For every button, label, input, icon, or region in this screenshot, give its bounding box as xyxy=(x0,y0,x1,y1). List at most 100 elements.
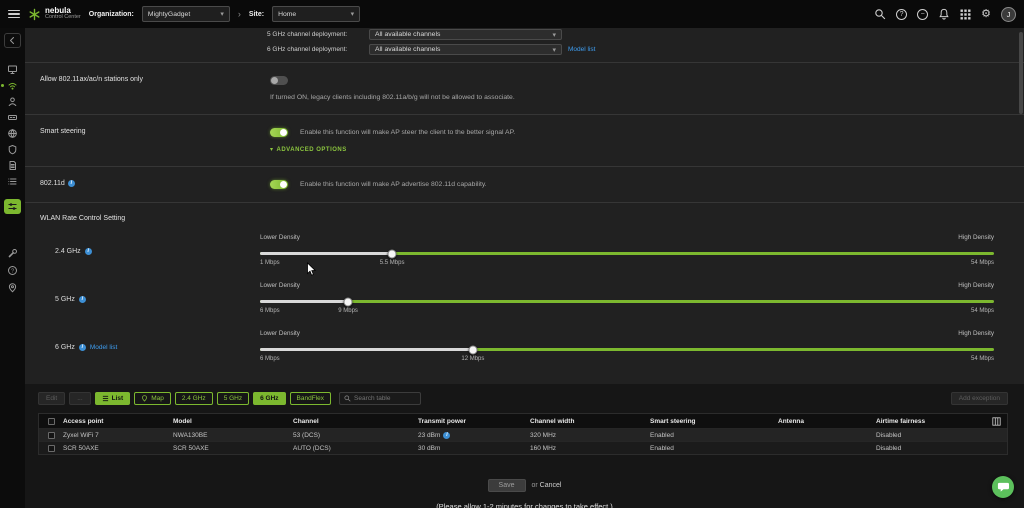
edit-button[interactable]: Edit xyxy=(38,392,65,405)
site-settings-icon[interactable] xyxy=(4,199,21,214)
apps-grid-icon[interactable] xyxy=(960,9,971,20)
deployment-6ghz-select[interactable]: All available channels ▾ xyxy=(369,44,562,55)
header-model: Model xyxy=(173,418,293,425)
organization-select[interactable]: MightyGadget ▾ xyxy=(142,6,230,22)
info-icon[interactable]: i xyxy=(79,344,86,351)
band-6ghz-label: 6 GHz xyxy=(55,344,75,351)
deployment-5ghz-select[interactable]: All available channels ▾ xyxy=(369,29,562,40)
cell-model: SCR 50AXE xyxy=(173,445,293,452)
info-icon[interactable]: i xyxy=(443,432,450,439)
map-view-label: Map xyxy=(151,395,164,402)
lower-density-label: Lower Density xyxy=(260,282,300,289)
search-input[interactable] xyxy=(354,395,416,402)
form-actions: Save or Cancel xyxy=(25,479,1024,492)
model-list-link[interactable]: Model list xyxy=(568,46,595,53)
row-checkbox[interactable] xyxy=(48,432,55,439)
search-icon[interactable] xyxy=(874,8,886,20)
sidebar-nav: ? xyxy=(0,28,25,508)
info-icon[interactable]: i xyxy=(68,180,75,187)
header-channel: Channel xyxy=(293,418,418,425)
list-view-label: List xyxy=(112,395,124,402)
network-icon[interactable] xyxy=(7,126,18,141)
info-icon[interactable]: i xyxy=(85,248,92,255)
save-button[interactable]: Save xyxy=(488,479,526,492)
table-toolbar: Edit ... List Map 2.4 GHz 5 GHz 6 GHz Ba… xyxy=(25,392,1024,411)
location-icon[interactable] xyxy=(7,280,18,295)
deployment-5ghz-value: All available channels xyxy=(375,31,440,38)
allow-legacy-description: If turned ON, legacy clients including 8… xyxy=(270,94,1024,101)
security-icon[interactable] xyxy=(7,142,18,157)
cell-airtime-fairness: Disabled xyxy=(876,445,985,452)
clients-icon[interactable] xyxy=(7,94,18,109)
menu-icon[interactable] xyxy=(8,10,20,18)
band-5ghz-label: 5 GHz xyxy=(55,296,75,303)
max-rate-label: 54 Mbps xyxy=(971,356,994,362)
header-transmit-power: Transmit power xyxy=(418,418,530,425)
header-channel-width: Channel width xyxy=(530,418,650,425)
collapse-sidebar-icon[interactable] xyxy=(4,33,21,48)
slider-handle[interactable] xyxy=(344,297,353,306)
cell-access-point[interactable]: Zyxel WiFi 7 xyxy=(63,432,173,439)
more-actions-button[interactable]: ... xyxy=(69,392,90,405)
slider-current-label: 5.5 Mbps xyxy=(380,260,405,266)
add-exception-button[interactable]: Add exception xyxy=(951,392,1008,405)
switch-icon[interactable] xyxy=(7,110,18,125)
min-rate-label: 1 Mbps xyxy=(260,260,280,266)
dot11d-toggle[interactable] xyxy=(270,180,288,189)
band-2-4ghz-button[interactable]: 2.4 GHz xyxy=(175,392,213,405)
cell-channel-width: 160 MHz xyxy=(530,445,650,452)
logs-icon[interactable] xyxy=(7,174,18,189)
table-row[interactable]: Zyxel WiFi 7 NWA130BE 53 (DCS) 23 dBm i … xyxy=(39,428,1007,441)
slider-handle[interactable] xyxy=(388,249,397,258)
chat-support-button[interactable] xyxy=(992,476,1014,498)
info-icon[interactable]: i xyxy=(79,296,86,303)
help-icon[interactable]: ? xyxy=(896,9,907,20)
band-5ghz-button[interactable]: 5 GHz xyxy=(217,392,249,405)
rate-slider-row-24ghz: 2.4 GHz i Lower Density High Density 1 M… xyxy=(25,234,1024,269)
help-icon[interactable]: ? xyxy=(7,263,18,278)
chat-icon xyxy=(997,481,1009,493)
wireless-icon[interactable] xyxy=(7,78,18,93)
map-view-button[interactable]: Map xyxy=(134,392,171,405)
svg-text:?: ? xyxy=(11,268,14,274)
do-not-disturb-icon[interactable]: − xyxy=(917,9,928,20)
rate-slider-track-5ghz[interactable] xyxy=(260,300,994,303)
select-all-checkbox[interactable] xyxy=(48,418,55,425)
main-content: 5 GHz channel deployment: All available … xyxy=(25,28,1024,508)
settings-gear-icon[interactable]: ⚙ xyxy=(981,9,991,20)
map-pin-icon xyxy=(141,395,148,402)
reports-icon[interactable] xyxy=(7,158,18,173)
smart-steering-toggle[interactable] xyxy=(270,128,288,137)
slider-fill-gray xyxy=(260,300,348,303)
chevron-down-icon: ▾ xyxy=(552,46,556,54)
advanced-options-toggle[interactable]: ▾ ADVANCED OPTIONS xyxy=(270,146,1024,153)
dot11d-section: 802.11d i Enable this function will make… xyxy=(25,166,1024,202)
scrollbar-thumb[interactable] xyxy=(1019,32,1023,114)
row-checkbox[interactable] xyxy=(48,445,55,452)
dashboard-icon[interactable] xyxy=(7,62,18,77)
band-bandflex-button[interactable]: BandFlex xyxy=(290,392,331,405)
site-select[interactable]: Home ▾ xyxy=(272,6,360,22)
cancel-link[interactable]: Cancel xyxy=(540,482,562,489)
high-density-label: High Density xyxy=(958,330,994,337)
cell-access-point[interactable]: SCR 50AXE xyxy=(63,445,173,452)
list-view-button[interactable]: List xyxy=(95,392,131,405)
table-columns-icon[interactable] xyxy=(992,417,1001,426)
smart-steering-section: Smart steering Enable this function will… xyxy=(25,114,1024,166)
table-row[interactable]: SCR 50AXE SCR 50AXE AUTO (DCS) 30 dBm 16… xyxy=(39,441,1007,454)
notifications-icon[interactable] xyxy=(938,8,950,20)
band-6ghz-button[interactable]: 6 GHz xyxy=(253,392,285,405)
wlan-rate-control-section: WLAN Rate Control Setting 2.4 GHz i Lowe… xyxy=(25,202,1024,384)
dot11d-description: Enable this function will make AP advert… xyxy=(300,181,487,188)
rate-slider-track-24ghz[interactable] xyxy=(260,252,994,255)
tools-icon[interactable] xyxy=(7,246,18,261)
user-avatar[interactable]: J xyxy=(1001,7,1016,22)
cell-channel: AUTO (DCS) xyxy=(293,445,418,452)
model-list-link[interactable]: Model list xyxy=(90,344,117,351)
chevron-down-icon: ▾ xyxy=(270,146,274,153)
rate-slider-track-6ghz[interactable] xyxy=(260,348,994,351)
header-access-point: Access point xyxy=(63,418,173,425)
slider-handle[interactable] xyxy=(468,345,477,354)
lower-density-label: Lower Density xyxy=(260,330,300,337)
allow-legacy-toggle[interactable] xyxy=(270,76,288,85)
